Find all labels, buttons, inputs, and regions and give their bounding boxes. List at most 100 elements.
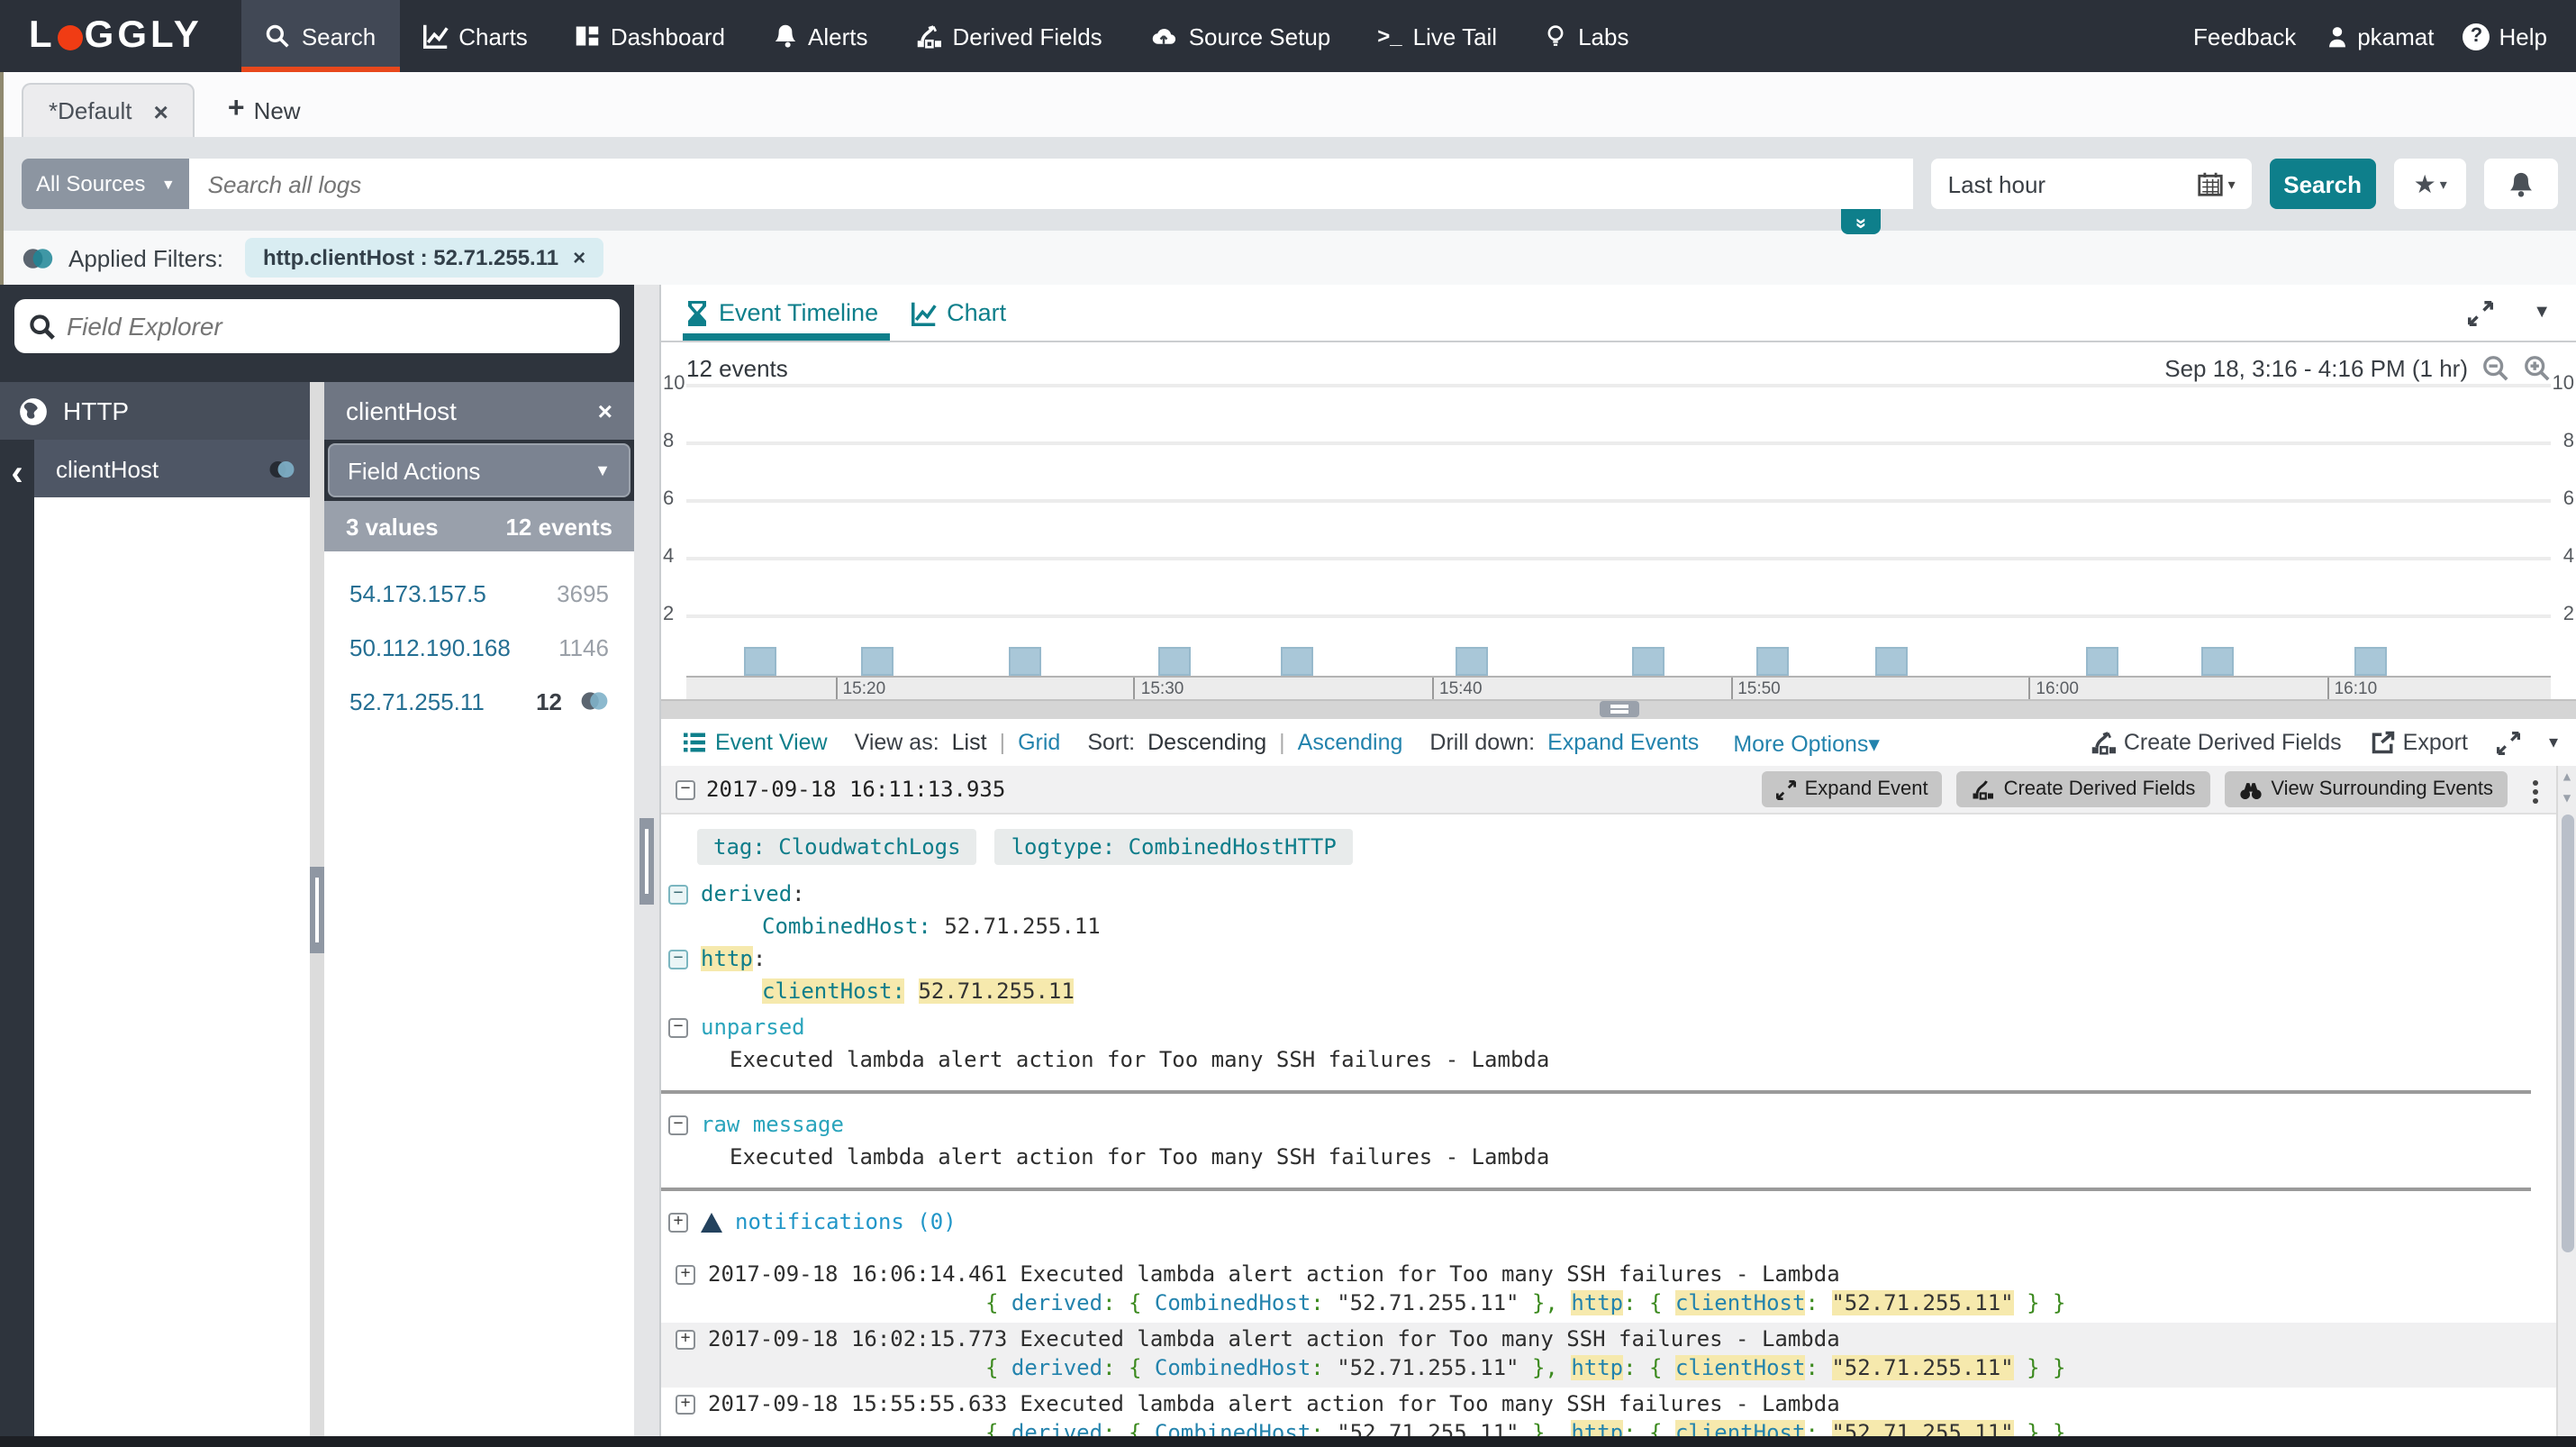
search-expand-toggle[interactable]: » (1842, 209, 1882, 234)
timeline-bar[interactable] (860, 647, 893, 676)
field-name[interactable]: derived (701, 881, 792, 906)
filter-venn-icon[interactable] (580, 690, 609, 712)
value-row[interactable]: 52.71.255.1112 (324, 674, 634, 728)
field-key[interactable]: CombinedHost: (762, 914, 931, 939)
collapse-icon[interactable]: − (668, 884, 688, 904)
nav-source-setup[interactable]: Source Setup (1126, 0, 1355, 72)
tab-chart[interactable]: Chart (911, 285, 1006, 341)
close-panel-icon[interactable]: × (598, 396, 612, 425)
event-row[interactable]: +2017-09-18 16:02:15.773Executed lambda … (661, 1323, 2556, 1388)
export-button[interactable]: Export (2371, 730, 2468, 755)
search-input[interactable] (190, 159, 1914, 209)
json-segment[interactable]: clientHost (1675, 1289, 1806, 1315)
zoom-in-icon[interactable] (2524, 354, 2551, 381)
timeline-bar[interactable] (745, 647, 777, 676)
section-label[interactable]: unparsed (701, 1013, 805, 1042)
nav-alerts[interactable]: Alerts (748, 0, 891, 72)
nav-derived-fields[interactable]: Derived Fields (892, 0, 1126, 72)
create-derived-fields-button[interactable]: Create Derived Fields (2090, 730, 2342, 755)
collapse-caret-icon[interactable]: ▼ (2533, 303, 2551, 323)
loggly-logo[interactable]: LGGLY (0, 0, 242, 72)
view-grid-option[interactable]: Grid (1018, 730, 1060, 755)
scrollbar-thumb[interactable] (2562, 815, 2574, 1252)
event-row[interactable]: +2017-09-18 15:55:55.633Executed lambda … (661, 1388, 2556, 1436)
expand-event-icon[interactable]: + (676, 1396, 695, 1415)
timeline-bar[interactable] (1158, 647, 1191, 676)
value-link[interactable]: 50.112.190.168 (349, 633, 511, 660)
timeline-bar[interactable] (1010, 647, 1042, 676)
more-options-link[interactable]: More Options▾ (1733, 729, 1880, 756)
nav-charts[interactable]: Charts (399, 0, 551, 72)
json-segment[interactable]: clientHost (1675, 1419, 1806, 1436)
saved-searches-button[interactable]: ★ ▾ (2394, 159, 2467, 209)
timeline-bar[interactable] (2085, 647, 2118, 676)
value-row[interactable]: 54.173.157.53695 (324, 566, 634, 620)
nav-live-tail[interactable]: >_ Live Tail (1354, 0, 1520, 72)
tab-event-timeline[interactable]: Event Timeline (686, 285, 878, 341)
nav-user[interactable]: pkamat (2325, 23, 2434, 50)
timeline-bar[interactable] (1455, 647, 1487, 676)
collapse-caret-icon[interactable]: ▾ (2549, 733, 2558, 752)
main-resizer[interactable] (634, 285, 659, 1436)
logtype-chip[interactable]: logtype: CombinedHostHTTP (995, 829, 1353, 865)
zoom-out-icon[interactable] (2482, 354, 2509, 381)
field-actions-dropdown[interactable]: Field Actions ▼ (328, 443, 630, 497)
close-tab-icon[interactable]: × (154, 96, 168, 125)
json-segment[interactable]: CombinedHost (1155, 1354, 1311, 1379)
expand-panel-icon[interactable] (2468, 300, 2493, 325)
expand-event-icon[interactable]: + (676, 1331, 695, 1351)
field-clienthost[interactable]: clientHost (34, 440, 310, 497)
new-tab-button[interactable]: + New (195, 83, 333, 137)
collapse-icon[interactable]: − (668, 949, 688, 969)
timeline-bar[interactable] (2354, 647, 2386, 676)
remove-filter-icon[interactable]: × (573, 245, 585, 270)
tab-default[interactable]: *Default × (22, 83, 195, 137)
panel-resizer[interactable] (310, 382, 324, 1436)
json-segment[interactable]: CombinedHost (1155, 1419, 1311, 1436)
field-value-highlighted[interactable]: 52.71.255.11 (918, 978, 1074, 1004)
field-name-highlighted[interactable]: http (701, 946, 753, 971)
expand-events-link[interactable]: Expand Events (1547, 730, 1699, 755)
filter-chip[interactable]: http.clientHost : 52.71.255.11 × (245, 238, 603, 278)
value-link[interactable]: 52.71.255.11 (349, 687, 485, 714)
search-button[interactable]: Search (2270, 159, 2376, 209)
json-segment[interactable]: derived (1011, 1289, 1102, 1315)
section-label[interactable]: raw message (701, 1110, 844, 1139)
field-explorer-input[interactable] (67, 312, 605, 341)
event-view-label[interactable]: Event View (683, 730, 828, 755)
collapse-icon[interactable]: − (668, 1115, 688, 1134)
collapse-icon[interactable]: − (668, 1017, 688, 1037)
json-segment[interactable]: http (1571, 1289, 1623, 1315)
timeline-plot[interactable]: 224466881010 (686, 386, 2551, 676)
notifications-label[interactable]: notifications (0) (735, 1207, 957, 1236)
value-link[interactable]: 54.173.157.5 (349, 579, 486, 606)
vertical-scrollbar[interactable]: ▲ ▼ (2556, 766, 2576, 1436)
nav-help[interactable]: ? Help (2463, 23, 2548, 50)
scroll-up-icon[interactable]: ▲ (2558, 766, 2576, 787)
scroll-down-icon[interactable]: ▼ (2558, 787, 2576, 809)
timeline-bar[interactable] (1874, 647, 1907, 676)
field-group-http[interactable]: HTTP (0, 382, 310, 440)
create-derived-fields-button[interactable]: Create Derived Fields (1957, 771, 2210, 807)
nav-feedback[interactable]: Feedback (2193, 23, 2296, 50)
sort-ascending-option[interactable]: Ascending (1298, 730, 1403, 755)
timeline-bar[interactable] (2200, 647, 2233, 676)
json-segment[interactable]: derived (1011, 1419, 1102, 1436)
alert-bell-button[interactable] (2485, 159, 2558, 209)
expanded-event-header[interactable]: − 2017-09-18 16:11:13.935 Expand Event C… (661, 766, 2556, 815)
json-segment[interactable]: http (1571, 1419, 1623, 1436)
view-surrounding-events-button[interactable]: View Surrounding Events (2224, 771, 2508, 807)
json-segment[interactable]: CombinedHost (1155, 1289, 1311, 1315)
timeline-bar[interactable] (1282, 647, 1314, 676)
expand-panel-icon[interactable] (2497, 731, 2520, 754)
timeline-brush[interactable] (661, 699, 2576, 717)
collapse-event-icon[interactable]: − (676, 779, 695, 799)
sort-descending-option[interactable]: Descending (1147, 730, 1266, 755)
collapse-rail[interactable]: ‹ (0, 440, 34, 1436)
timeline-bar[interactable] (1757, 647, 1790, 676)
view-list-option[interactable]: List (952, 730, 987, 755)
json-segment[interactable]: http (1571, 1354, 1623, 1379)
kebab-menu-icon[interactable] (2533, 779, 2538, 785)
nav-dashboard[interactable]: Dashboard (551, 0, 748, 72)
event-row[interactable]: +2017-09-18 16:06:14.461Executed lambda … (661, 1258, 2556, 1323)
